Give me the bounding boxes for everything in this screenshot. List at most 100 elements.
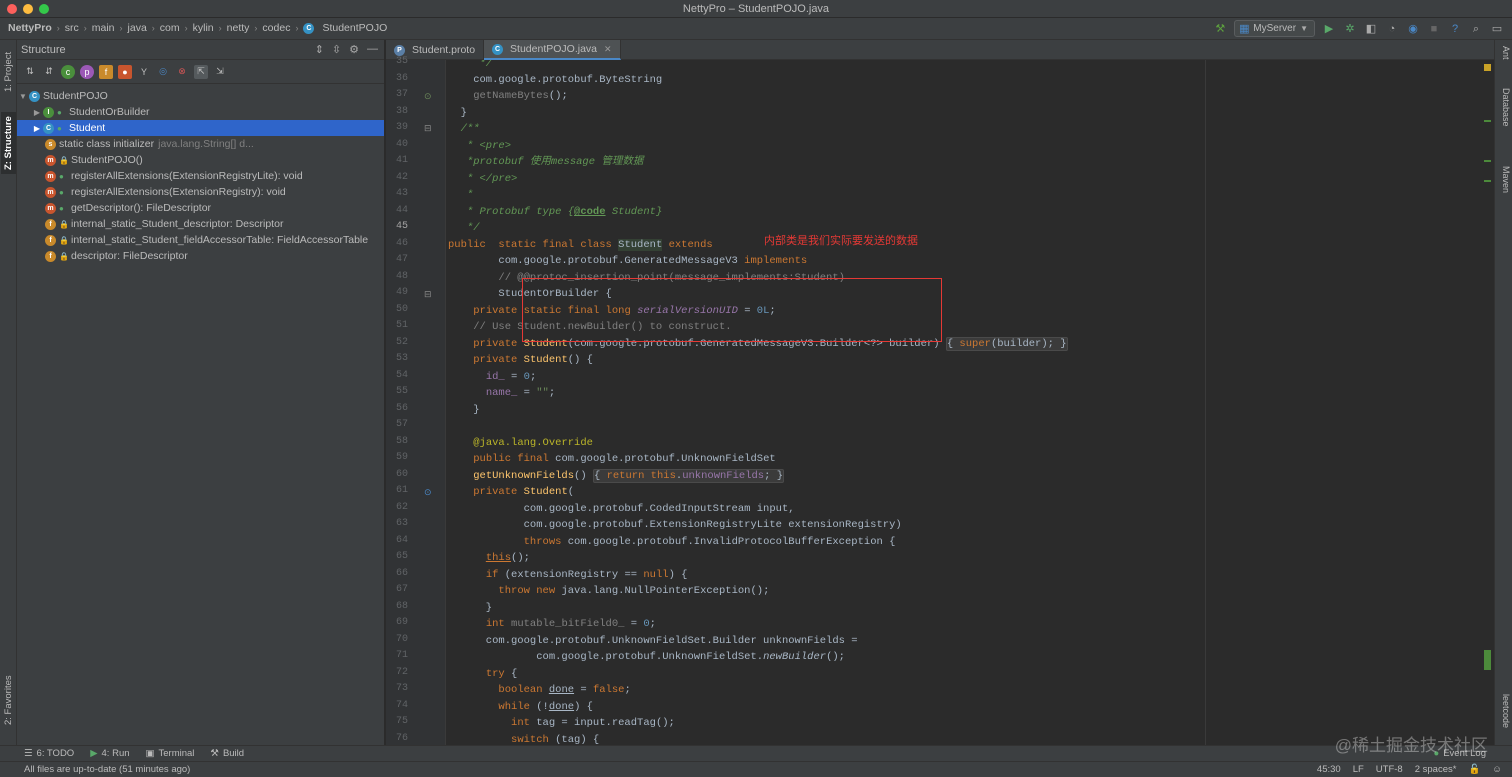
breadcrumb-netty[interactable]: netty	[227, 22, 250, 34]
line-number[interactable]: 50	[386, 304, 408, 315]
tab-todo[interactable]: ☰ 6: TODO	[24, 748, 74, 759]
line-number[interactable]: 44	[386, 205, 408, 216]
tree-node-register-lite[interactable]: m ● registerAllExtensions(ExtensionRegis…	[17, 168, 384, 184]
tab-favorites[interactable]: 2: Favorites	[1, 670, 16, 730]
tree-node-accessor-table-field[interactable]: f 🔒 internal_static_Student_fieldAccesso…	[17, 232, 384, 248]
debug-icon[interactable]: ✲	[1343, 22, 1357, 36]
line-number[interactable]: 37	[386, 89, 408, 100]
breadcrumb-main[interactable]: main	[92, 22, 115, 34]
expanded-arrow-icon[interactable]: ▼	[17, 92, 29, 101]
line-number[interactable]: 53	[386, 353, 408, 364]
line-number[interactable]: 70	[386, 634, 408, 645]
line-number[interactable]: 73	[386, 683, 408, 694]
tab-ant[interactable]: Ant	[1497, 46, 1511, 60]
line-number[interactable]: 42	[386, 172, 408, 183]
tree-node-register[interactable]: m ● registerAllExtensions(ExtensionRegis…	[17, 184, 384, 200]
tree-node-studentorbuilder[interactable]: ▶ I ● StudentOrBuilder	[17, 104, 384, 120]
tree-node-student[interactable]: ▶ C ● Student	[17, 120, 384, 136]
line-number[interactable]: 57	[386, 419, 408, 430]
line-number[interactable]: 38	[386, 106, 408, 117]
line-number[interactable]: 56	[386, 403, 408, 414]
tab-project[interactable]: 1: Project	[1, 44, 16, 100]
fold-marker-icon[interactable]: ⊟	[424, 289, 432, 300]
line-number[interactable]: 64	[386, 535, 408, 546]
profile-icon[interactable]: ◔	[1385, 22, 1399, 36]
gear-icon[interactable]: ⚙	[349, 43, 359, 56]
collapsed-arrow-icon[interactable]: ▶	[31, 108, 43, 117]
line-number[interactable]: 52	[386, 337, 408, 348]
line-number[interactable]: 41	[386, 155, 408, 166]
layout-icon[interactable]: ▭	[1490, 22, 1504, 36]
breadcrumb-kylin[interactable]: kylin	[193, 22, 214, 34]
tab-leetcode[interactable]: leetcode	[1497, 694, 1511, 728]
line-number[interactable]: 71	[386, 650, 408, 661]
tree-node-descriptor-field[interactable]: f 🔒 internal_static_Student_descriptor: …	[17, 216, 384, 232]
breadcrumb-src[interactable]: src	[65, 22, 79, 34]
breadcrumb-codec[interactable]: codec	[262, 22, 290, 34]
fold-marker-icon[interactable]: ⊟	[424, 123, 432, 134]
show-properties-icon[interactable]: p	[80, 64, 94, 79]
collapsed-arrow-icon[interactable]: ▶	[31, 124, 43, 133]
line-number[interactable]: 65	[386, 551, 408, 562]
tab-run[interactable]: ▶ 4: Run	[90, 748, 129, 759]
show-anonymous-icon[interactable]: ◎	[156, 65, 170, 79]
run-icon[interactable]: ▶	[1322, 22, 1336, 36]
collapse-all-icon[interactable]: ⇳	[332, 43, 341, 56]
hammer-icon[interactable]: ⚒	[1213, 22, 1227, 36]
line-number[interactable]: 55	[386, 386, 408, 397]
line-number[interactable]: 54	[386, 370, 408, 381]
tree-node-constructor[interactable]: m 🔒 StudentPOJO()	[17, 152, 384, 168]
override-method-icon[interactable]: ⊙	[424, 487, 432, 498]
line-number[interactable]: 43	[386, 188, 408, 199]
indent-setting[interactable]: 2 spaces*	[1415, 764, 1457, 775]
line-number[interactable]: 60	[386, 469, 408, 480]
tree-node-studentpojo[interactable]: ▼ C StudentPOJO	[17, 88, 384, 104]
line-number[interactable]: 48	[386, 271, 408, 282]
show-lambdas-icon[interactable]: Y	[137, 65, 151, 79]
hide-icon[interactable]: —	[367, 43, 378, 56]
tab-studentpojo-java[interactable]: C StudentPOJO.java ✕	[484, 40, 621, 60]
line-number[interactable]: 51	[386, 320, 408, 331]
update-icon[interactable]: ◉	[1406, 22, 1420, 36]
line-number[interactable]: 76	[386, 733, 408, 744]
search-icon[interactable]: ⌕	[1469, 22, 1483, 36]
line-number[interactable]: 40	[386, 139, 408, 150]
autoscroll-from-source-icon[interactable]: ⇲	[213, 65, 227, 79]
line-number[interactable]: 63	[386, 518, 408, 529]
line-number[interactable]: 35	[386, 56, 408, 67]
line-number[interactable]: 46	[386, 238, 408, 249]
breadcrumb-java[interactable]: java	[128, 22, 147, 34]
coverage-icon[interactable]: ◧	[1364, 22, 1378, 36]
line-number[interactable]: 75	[386, 716, 408, 727]
expand-all-icon[interactable]: ⇕	[315, 43, 324, 56]
tab-terminal[interactable]: ▣ Terminal	[146, 748, 195, 759]
line-number[interactable]: 62	[386, 502, 408, 513]
sort-alpha-icon[interactable]: ⇵	[42, 65, 56, 79]
tree-node-get-descriptor[interactable]: m ● getDescriptor(): FileDescriptor	[17, 200, 384, 216]
line-number[interactable]: 69	[386, 617, 408, 628]
line-number[interactable]: 47	[386, 254, 408, 265]
show-fields-icon[interactable]: f	[99, 64, 113, 79]
breadcrumb-com[interactable]: com	[160, 22, 180, 34]
tree-node-file-descriptor-field[interactable]: f 🔒 descriptor: FileDescriptor	[17, 248, 384, 264]
hector-icon[interactable]: ☺	[1492, 764, 1502, 775]
show-exceptions-icon[interactable]: ⊗	[175, 65, 189, 79]
tab-structure[interactable]: Z: Structure	[1, 112, 16, 174]
breadcrumb-project[interactable]: NettyPro	[8, 22, 52, 34]
show-non-public-icon[interactable]: ●	[118, 64, 132, 79]
stop-icon[interactable]: ■	[1427, 22, 1441, 36]
lock-icon[interactable]: 🔓	[1468, 764, 1480, 775]
tab-maven[interactable]: Maven	[1497, 166, 1511, 193]
code-area[interactable]: */ com.google.protobuf.ByteString getNam…	[448, 60, 1484, 745]
tab-build[interactable]: ⚒ Build	[210, 748, 244, 759]
line-number[interactable]: 49	[386, 287, 408, 298]
line-number[interactable]: 67	[386, 584, 408, 595]
file-encoding[interactable]: UTF-8	[1376, 764, 1403, 775]
autoscroll-to-source-icon[interactable]: ⇱	[194, 64, 208, 79]
sort-visibility-icon[interactable]: ⇅	[23, 65, 37, 79]
help-icon[interactable]: ?	[1448, 22, 1462, 36]
line-number[interactable]: 66	[386, 568, 408, 579]
show-inherited-icon[interactable]: c	[61, 64, 75, 79]
implementing-method-icon[interactable]: ⊙	[424, 91, 432, 102]
line-number[interactable]: 58	[386, 436, 408, 447]
